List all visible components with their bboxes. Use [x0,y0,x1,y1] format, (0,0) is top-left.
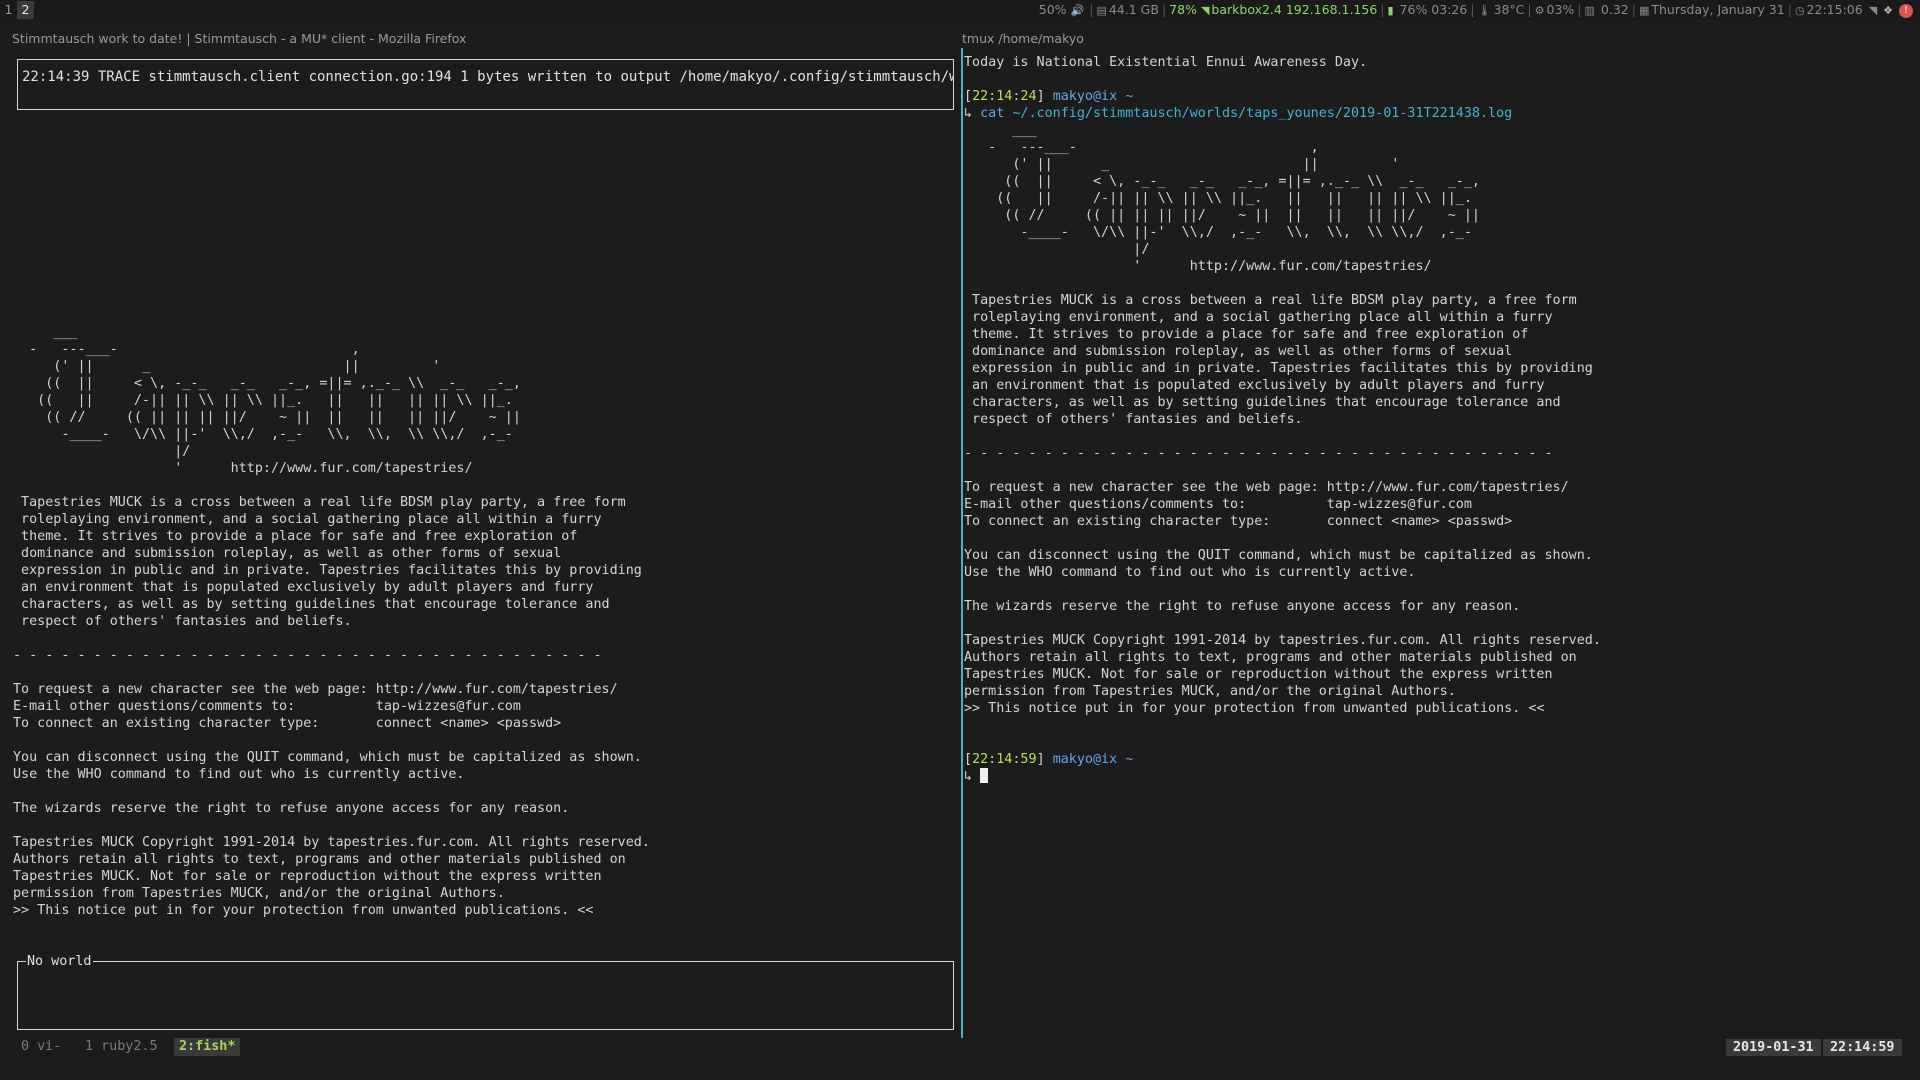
dropbox-icon[interactable]: ❖ [1883,4,1893,17]
battery-icon: ▮ [1387,4,1394,17]
tmux-window-0[interactable]: 0 vi- [16,1038,66,1056]
system-status: 50% 🔊 | ▤ 44.1 GB | 78% ◥ barkbox2.4 192.168… [1036,0,1916,20]
command-name: cat [980,106,1005,121]
workspace-2-button[interactable]: 2 [17,1,34,19]
terminal-output: Today is National Existential Ennui Awar… [964,54,1601,785]
chart-icon: ▥ [1584,4,1595,17]
clock-status: ◷ 22:15:06 [1794,2,1863,17]
prompt-2: [22:14:59] makyo@ix ~ [964,752,1134,767]
load-status: ▥ 0.32 [1584,2,1629,17]
prompt-time: 22:14:59 [972,752,1037,767]
tmux-window-1[interactable]: 1 ruby2.5 [80,1038,163,1056]
wifi-status: 78% ◥ barkbox2.4 192.168.1.156 [1169,2,1378,17]
clock-icon: ◷ [1794,4,1805,17]
command-path: ~/.config/stimmtausch/worlds/taps_younes… [1004,106,1513,121]
tmux-date: 2019-01-31 [1726,1039,1821,1056]
cpu-status: ⚙ 03% [1534,2,1575,17]
volume-status[interactable]: 50% 🔊 [1036,0,1089,20]
world-output: ___ - ---___- , (' || _ || ' (( || < \, … [13,325,650,918]
tmux-window-2[interactable]: 2:fish* [174,1038,241,1056]
left-window-title: Stimmtausch work to date! | Stimmtausch … [12,31,467,46]
stimmtausch-client-pane[interactable]: 22:14:39 TRACE stimmtausch.client connec… [0,48,960,1040]
world-input-box[interactable]: No world [17,953,954,1030]
top-status-bar: 1 2 50% 🔊 | ▤ 44.1 GB | 78% ◥ barkbox2.4 192… [0,0,1920,20]
trace-line: 22:14:39 TRACE stimmtausch.client connec… [22,69,954,85]
date-status: ▦ Thursday, January 31 [1638,2,1785,17]
tmux-status-bar: 0 vi- 1 ruby2.5 2:fish* 2019-01-31 22:14… [0,1038,1920,1056]
motd-line: Today is National Existential Ennui Awar… [964,55,1368,70]
tray: ◥ ❖ ! [1866,0,1916,20]
prompt-user: makyo@ix ~ [1052,752,1134,767]
input-box-label: No world [26,953,93,970]
prompt-time: 22:14:24 [972,89,1037,104]
disk-status: ▤ 44.1 GB [1096,2,1159,17]
prompt-arrow: ↳ [964,106,981,121]
right-window-title: tmux /home/makyo [962,31,1084,46]
terminal-cursor[interactable] [980,768,989,783]
workspace-1-button[interactable]: 1 [0,1,17,19]
trace-log-box: 22:14:39 TRACE stimmtausch.client connec… [17,59,954,110]
log-output: ___ - ---___- , (' || _ || ' (( || < \, … [964,123,1601,716]
prompt-arrow: ↳ [964,769,981,784]
battery-status: ▮ 76% 03:26 [1387,2,1468,17]
prompt-1: [22:14:24] makyo@ix ~ [964,89,1134,104]
tmux-time: 22:14:59 [1823,1039,1902,1056]
terminal-pane[interactable]: Today is National Existential Ennui Awar… [963,48,1920,1040]
calendar-icon: ▦ [1638,4,1650,17]
wifi-icon: ◥ [1200,4,1210,17]
wifi-tray-icon[interactable]: ◥ [1869,4,1877,17]
notification-icon[interactable]: ! [1899,3,1913,18]
prompt-user: makyo@ix ~ [1052,89,1134,104]
temperature-status: 🌡 38°C [1477,2,1525,17]
thermometer-icon: 🌡 [1477,4,1492,17]
disk-icon: ▤ [1096,4,1107,17]
speaker-icon: 🔊 [1070,4,1085,17]
cpu-icon: ⚙ [1534,4,1545,17]
